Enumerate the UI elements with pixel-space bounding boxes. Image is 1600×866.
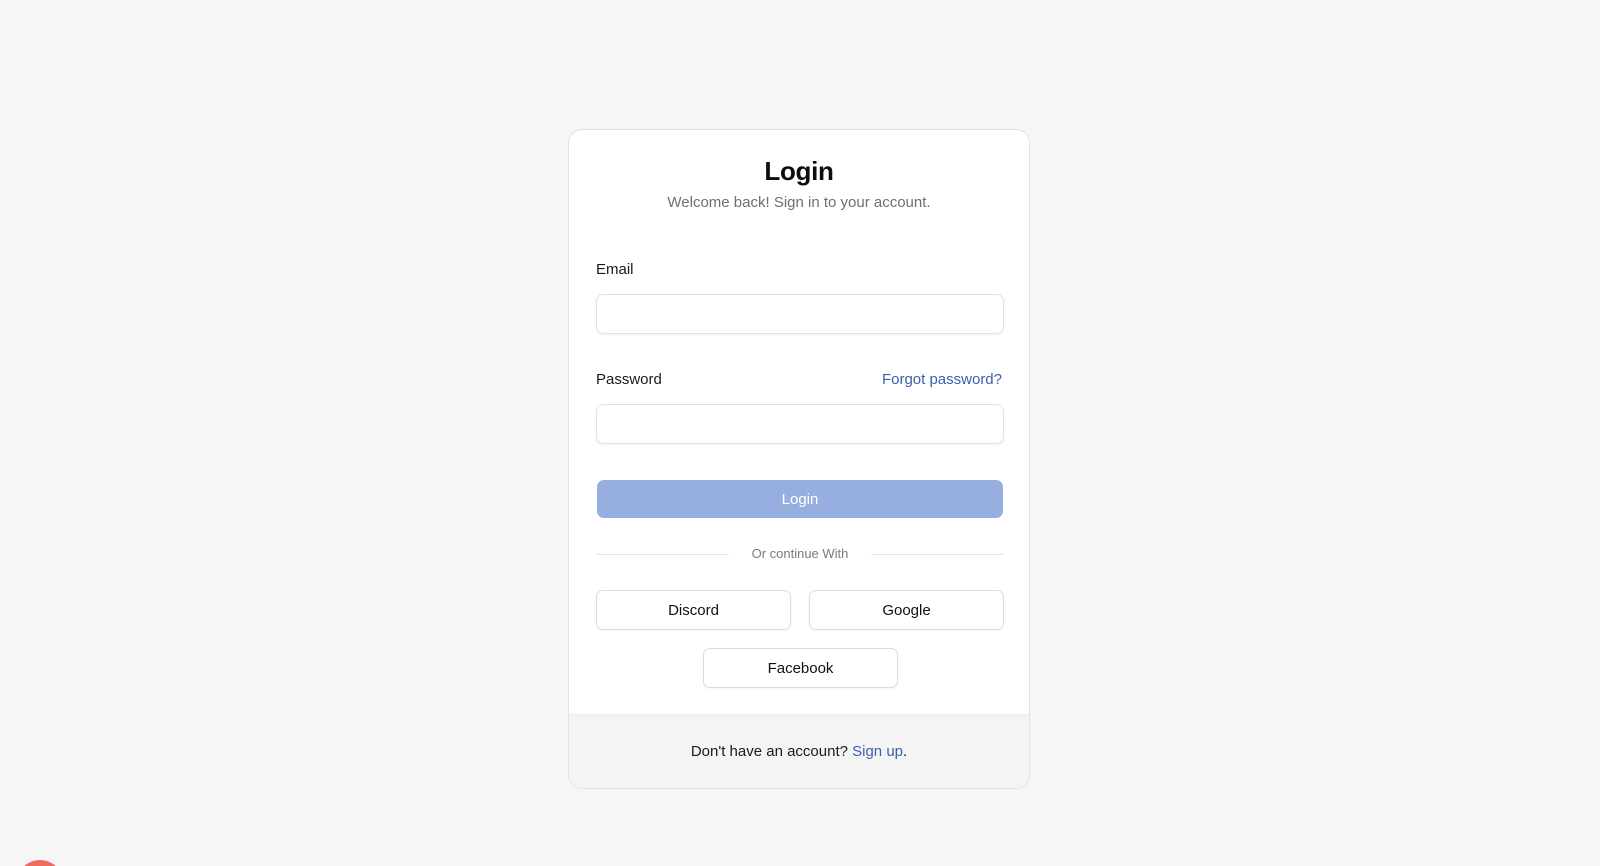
signup-link[interactable]: Sign up: [852, 743, 903, 760]
password-input[interactable]: [596, 404, 1004, 444]
login-card: Login Welcome back! Sign in to your acco…: [568, 129, 1030, 789]
signup-prompt: Don't have an account?: [690, 743, 853, 760]
password-label: Password: [596, 371, 662, 388]
login-page: Login Welcome back! Sign in to your acco…: [0, 0, 1600, 866]
corner-avatar-icon[interactable]: [16, 860, 64, 866]
or-continue-divider: Or continue With: [596, 544, 1004, 564]
login-card-body: Login Welcome back! Sign in to your acco…: [569, 130, 1029, 714]
facebook-login-button[interactable]: Facebook: [703, 648, 898, 688]
signup-footer: Don't have an account? Sign up.: [569, 714, 1029, 788]
email-label: Email: [596, 261, 634, 278]
signup-trailing-period: .: [903, 743, 908, 760]
divider-line-right: [871, 554, 1004, 555]
discord-login-button[interactable]: Discord: [596, 590, 791, 630]
google-login-button[interactable]: Google: [809, 590, 1004, 630]
email-input[interactable]: [596, 294, 1004, 334]
page-subtitle: Welcome back! Sign in to your account.: [667, 194, 931, 211]
forgot-password-link[interactable]: Forgot password?: [882, 371, 1002, 388]
page-title: Login: [764, 156, 834, 186]
login-button[interactable]: Login: [597, 480, 1003, 518]
